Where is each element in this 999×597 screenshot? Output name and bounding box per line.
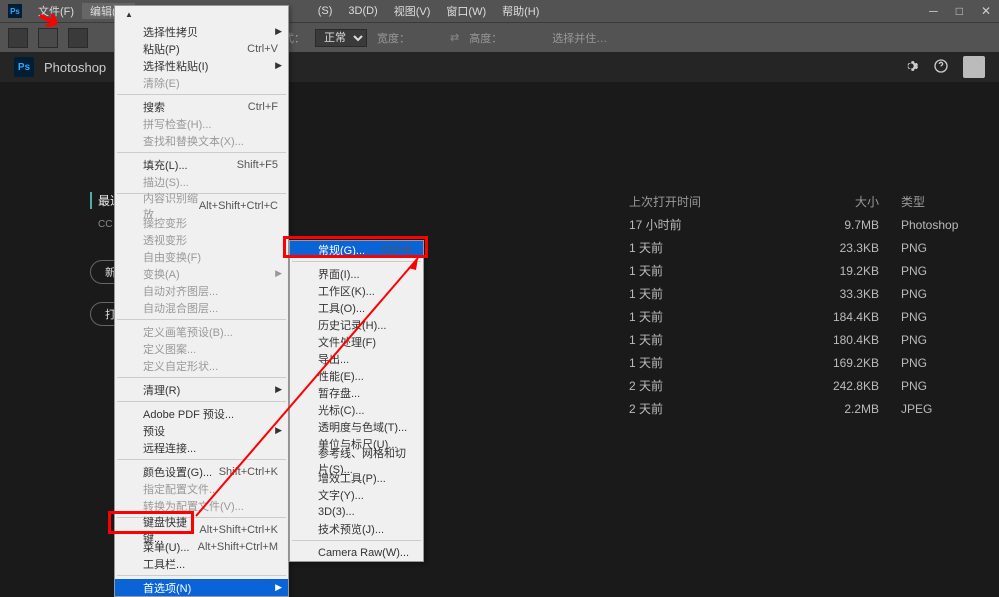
tool-marquee-icon[interactable]: [8, 28, 28, 48]
tool-icon-2[interactable]: [68, 28, 88, 48]
menu-item: 描边(S)...: [115, 173, 288, 190]
menu-item[interactable]: 光标(C)...: [290, 401, 423, 418]
menu-item: 定义自定形状...: [115, 357, 288, 374]
menu-s[interactable]: (S): [310, 5, 341, 17]
menu-window[interactable]: 窗口(W): [438, 3, 494, 19]
menu-item: 拼写检查(H)...: [115, 115, 288, 132]
mode-select[interactable]: 正常: [315, 29, 367, 47]
table-row[interactable]: 1 天前19.2KBPNG: [629, 259, 969, 282]
menu-item[interactable]: 导出...: [290, 350, 423, 367]
col-type: 类型: [879, 193, 969, 210]
close-icon[interactable]: ✕: [981, 4, 991, 18]
table-row[interactable]: 1 天前33.3KBPNG: [629, 282, 969, 305]
menu-item[interactable]: 远程连接...: [115, 439, 288, 456]
menu-item[interactable]: 工具栏...: [115, 555, 288, 572]
menu-item[interactable]: 文字(Y)...: [290, 486, 423, 503]
menu-item[interactable]: 清理(R)▶: [115, 381, 288, 398]
maximize-icon[interactable]: □: [956, 4, 963, 18]
menu-item[interactable]: 填充(L)...Shift+F5: [115, 156, 288, 173]
menu-item[interactable]: 颜色设置(G)...Shift+Ctrl+K: [115, 463, 288, 480]
recent-files-table: 上次打开时间 大小 类型 17 小时前9.7MBPhotoshop1 天前23.…: [629, 190, 969, 420]
width-label: 宽度：: [377, 30, 410, 46]
table-row[interactable]: 1 天前23.3KBPNG: [629, 236, 969, 259]
menu-item[interactable]: 常规(G)...Ctrl+K: [290, 241, 423, 258]
menu-item[interactable]: 预设▶: [115, 422, 288, 439]
tool-icon[interactable]: [38, 28, 58, 48]
col-size: 大小: [799, 193, 879, 210]
menu-item[interactable]: 键盘快捷键...Alt+Shift+Ctrl+K: [115, 521, 288, 538]
menu-item[interactable]: 选择性粘贴(I)▶: [115, 57, 288, 74]
menu-item: 指定配置文件...: [115, 480, 288, 497]
menu-item[interactable]: 选择性拷贝▶: [115, 23, 288, 40]
menu-file[interactable]: 文件(F): [30, 3, 82, 19]
menu-item[interactable]: 暂存盘...: [290, 384, 423, 401]
table-row[interactable]: 2 天前242.8KBPNG: [629, 374, 969, 397]
minimize-icon[interactable]: ─: [929, 4, 938, 18]
col-time: 上次打开时间: [629, 193, 799, 210]
menu-item: 转换为配置文件(V)...: [115, 497, 288, 514]
menu-item[interactable]: Camera Raw(W)...: [290, 544, 423, 561]
menu-item: 清除(E): [115, 74, 288, 91]
menu-item[interactable]: 历史记录(H)...: [290, 316, 423, 333]
menu-item: 查找和替换文本(X)...: [115, 132, 288, 149]
menu-item[interactable]: 菜单(U)...Alt+Shift+Ctrl+M: [115, 538, 288, 555]
menu-item[interactable]: 增效工具(P)...: [290, 469, 423, 486]
menu-scroll-up[interactable]: ▲: [115, 6, 288, 23]
preferences-submenu: 常规(G)...Ctrl+K 界面(I)...工作区(K)...工具(O)...历…: [289, 240, 424, 562]
menu-item[interactable]: 3D(3)...: [290, 503, 423, 520]
gear-icon[interactable]: [903, 58, 919, 77]
ps-logo-icon: Ps: [8, 4, 22, 18]
menu-item: 内容识别缩放Alt+Shift+Ctrl+C: [115, 197, 288, 214]
menu-item: 透视变形: [115, 231, 288, 248]
menu-item[interactable]: 粘贴(P)Ctrl+V: [115, 40, 288, 57]
menu-item: 自动对齐图层...: [115, 282, 288, 299]
menu-item[interactable]: 参考线、网格和切片(S)...: [290, 452, 423, 469]
menu-3d[interactable]: 3D(D): [340, 5, 385, 17]
table-row[interactable]: 2 天前2.2MBJPEG: [629, 397, 969, 420]
ps-app-icon: Ps: [14, 57, 34, 77]
app-name: Photoshop: [44, 60, 106, 75]
menu-item[interactable]: 技术预览(J)...: [290, 520, 423, 537]
menu-item[interactable]: 工作区(K)...: [290, 282, 423, 299]
menu-item[interactable]: 搜索Ctrl+F: [115, 98, 288, 115]
swap-icon[interactable]: ⇄: [450, 31, 459, 44]
table-row[interactable]: 1 天前184.4KBPNG: [629, 305, 969, 328]
height-label: 高度：: [469, 30, 502, 46]
table-row[interactable]: 1 天前169.2KBPNG: [629, 351, 969, 374]
menu-help[interactable]: 帮助(H): [494, 3, 547, 19]
menu-item[interactable]: 性能(E)...: [290, 367, 423, 384]
menu-item[interactable]: 透明度与色域(T)...: [290, 418, 423, 435]
menu-item[interactable]: 界面(I)...: [290, 265, 423, 282]
select-mask-label[interactable]: 选择并住…: [552, 30, 607, 46]
menu-item: 自由变换(F): [115, 248, 288, 265]
menu-item: 操控变形: [115, 214, 288, 231]
menu-item[interactable]: 文件处理(F): [290, 333, 423, 350]
table-row[interactable]: 17 小时前9.7MBPhotoshop: [629, 213, 969, 236]
menu-item: 自动混合图层...: [115, 299, 288, 316]
table-row[interactable]: 1 天前180.4KBPNG: [629, 328, 969, 351]
menu-item[interactable]: Adobe PDF 预设...: [115, 405, 288, 422]
avatar[interactable]: [963, 56, 985, 78]
menu-item[interactable]: 首选项(N)▶: [115, 579, 288, 596]
menu-item: 定义图案...: [115, 340, 288, 357]
edit-menu-dropdown: ▲ 选择性拷贝▶粘贴(P)Ctrl+V选择性粘贴(I)▶清除(E) 搜索Ctrl+…: [114, 5, 289, 597]
help-icon[interactable]: [933, 58, 949, 77]
menu-item: 定义画笔预设(B)...: [115, 323, 288, 340]
menu-item: 变换(A)▶: [115, 265, 288, 282]
menu-view[interactable]: 视图(V): [386, 3, 439, 19]
menu-item[interactable]: 工具(O)...: [290, 299, 423, 316]
